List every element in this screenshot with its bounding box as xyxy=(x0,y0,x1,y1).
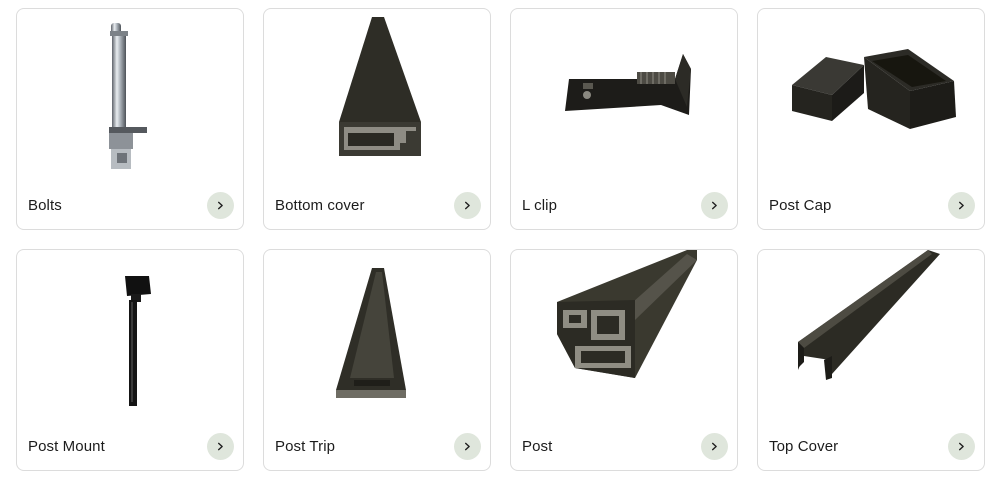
product-card-post-cap[interactable]: Post Cap xyxy=(757,8,985,230)
chevron-right-icon[interactable] xyxy=(454,192,481,219)
post-mount-image[interactable] xyxy=(17,250,243,410)
post-trip-image[interactable] xyxy=(264,250,490,410)
chevron-right-icon[interactable] xyxy=(701,192,728,219)
chevron-right-icon[interactable] xyxy=(948,433,975,460)
product-card-post[interactable]: Post xyxy=(510,249,738,471)
product-card-post-trip[interactable]: Post Trip xyxy=(263,249,491,471)
chevron-right-icon[interactable] xyxy=(207,433,234,460)
product-label[interactable]: Top Cover xyxy=(769,438,838,456)
product-card-bottom-cover[interactable]: Bottom cover xyxy=(263,8,491,230)
bottom-cover-image[interactable] xyxy=(264,9,490,169)
product-grid: Bolts Bottom cover L clip Post Cap Post … xyxy=(16,8,985,471)
product-card-post-mount[interactable]: Post Mount xyxy=(16,249,244,471)
product-card-l-clip[interactable]: L clip xyxy=(510,8,738,230)
chevron-right-icon[interactable] xyxy=(701,433,728,460)
post-profile-image[interactable] xyxy=(511,250,737,410)
bolt-image[interactable] xyxy=(17,9,243,169)
l-clip-image[interactable] xyxy=(511,9,737,169)
chevron-right-icon[interactable] xyxy=(207,192,234,219)
product-label[interactable]: Post Mount xyxy=(28,438,105,456)
chevron-right-icon[interactable] xyxy=(454,433,481,460)
chevron-right-icon[interactable] xyxy=(948,192,975,219)
post-cap-image[interactable] xyxy=(758,9,984,169)
product-card-top-cover[interactable]: Top Cover xyxy=(757,249,985,471)
product-label[interactable]: Post Cap xyxy=(769,197,832,215)
top-cover-image[interactable] xyxy=(758,250,984,410)
product-label[interactable]: Post Trip xyxy=(275,438,335,456)
product-label[interactable]: L clip xyxy=(522,197,557,215)
product-label[interactable]: Post xyxy=(522,438,552,456)
product-label[interactable]: Bottom cover xyxy=(275,197,365,215)
product-card-bolts[interactable]: Bolts xyxy=(16,8,244,230)
product-label[interactable]: Bolts xyxy=(28,197,62,215)
